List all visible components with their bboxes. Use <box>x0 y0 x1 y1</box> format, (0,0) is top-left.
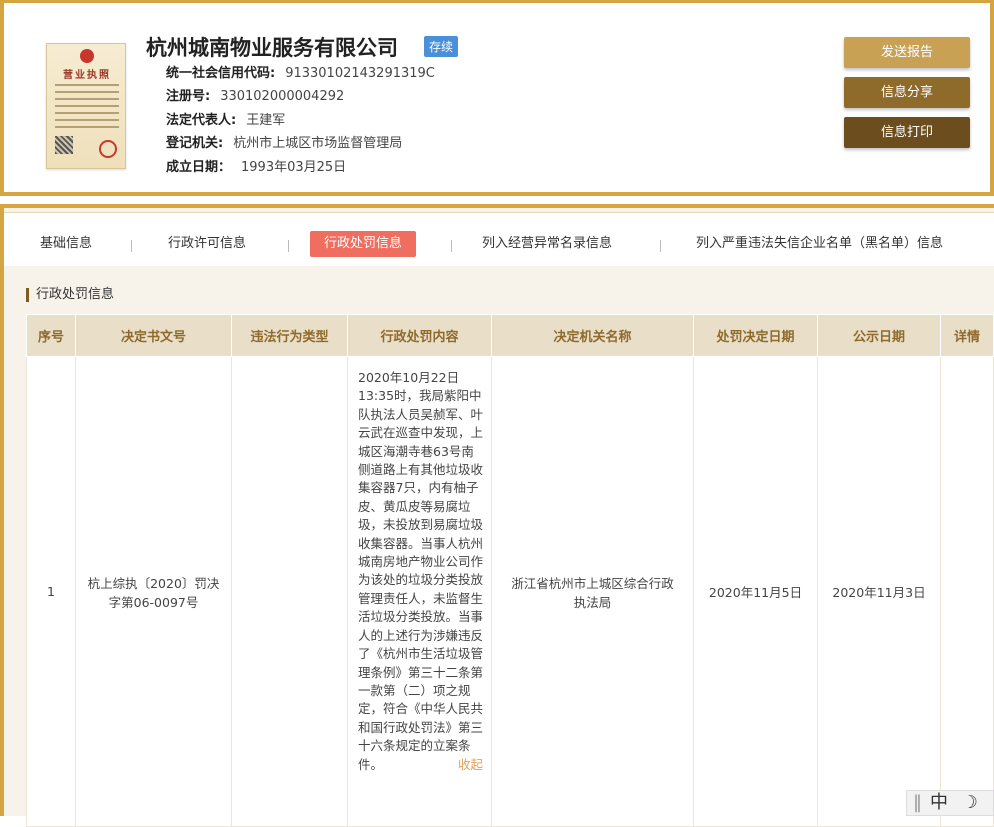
col-header-doc-no: 决定书文号 <box>75 314 232 357</box>
info-founded: 成立日期： 1993年03月25日 <box>166 159 347 175</box>
col-header-no: 序号 <box>26 314 76 357</box>
table-row: 1 杭上综执〔2020〕罚决字第06-0097号 2020年10月22日13:3… <box>26 356 994 827</box>
main-panel: 基础信息 行政许可信息 行政处罚信息 列入经营异常名录信息 列入严重违法失信企业… <box>0 204 994 827</box>
company-info: 统一社会信用代码: 91330102143291319C 注册号: 33010200… <box>166 62 435 179</box>
cell-no: 1 <box>26 356 76 827</box>
info-authority: 登记机关: 杭州市上城区市场监督管理局 <box>166 136 403 152</box>
col-header-content: 行政处罚内容 <box>347 314 492 357</box>
tab-bar: 基础信息 行政许可信息 行政处罚信息 列入经营异常名录信息 列入严重违法失信企业… <box>4 212 994 266</box>
cell-publish-date: 2020年11月3日 <box>817 356 941 827</box>
tab-admin-penalty[interactable]: 行政处罚信息 <box>310 231 417 257</box>
info-reg-no: 注册号: 330102000004292 <box>166 89 345 105</box>
col-header-publish-date: 公示日期 <box>817 314 941 357</box>
tab-abnormal-list[interactable]: 列入经营异常名录信息 <box>482 231 612 257</box>
collapse-link[interactable]: 收起 <box>458 756 483 774</box>
send-report-button[interactable]: 发送报告 <box>844 37 970 68</box>
cell-authority: 浙江省杭州市上城区综合行政执法局 <box>491 356 694 827</box>
status-badge: 存续 <box>424 36 459 57</box>
table-header-row: 序号 决定书文号 违法行为类型 行政处罚内容 决定机关名称 处罚决定日期 公示日… <box>26 314 994 357</box>
cell-content: 2020年10月22日13:35时，我局紫阳中队执法人员吴赪军、叶云武在巡查中发… <box>347 356 492 827</box>
section-title: 行政处罚信息 <box>26 288 114 302</box>
col-header-decision-date: 处罚决定日期 <box>693 314 818 357</box>
tab-blacklist[interactable]: 列入严重违法失信企业名单（黑名单）信息 <box>696 231 943 257</box>
cell-decision-date: 2020年11月5日 <box>693 356 818 827</box>
business-license-image[interactable]: 营业执照 <box>46 43 126 169</box>
col-header-authority: 决定机关名称 <box>491 314 694 357</box>
seal-icon <box>99 140 117 158</box>
info-legal-rep: 法定代表人: 王建军 <box>166 112 286 128</box>
qr-code-icon <box>55 136 73 154</box>
company-name: 杭州城南物业服务有限公司 <box>146 36 398 60</box>
cell-detail[interactable] <box>940 356 994 827</box>
license-title: 营业执照 <box>63 70 111 81</box>
share-info-button[interactable]: 信息分享 <box>844 77 970 108</box>
tab-admin-license[interactable]: 行政许可信息 <box>168 231 246 257</box>
lang-label[interactable]: 中 <box>930 792 948 813</box>
tab-basic-info[interactable]: 基础信息 <box>40 231 92 257</box>
print-info-button[interactable]: 信息打印 <box>844 117 970 148</box>
national-emblem-icon <box>80 49 94 63</box>
col-header-detail: 详情 <box>940 314 994 357</box>
cell-type <box>231 356 348 827</box>
moon-icon[interactable]: ☽ <box>962 792 978 813</box>
penalty-table: 序号 决定书文号 违法行为类型 行政处罚内容 决定机关名称 处罚决定日期 公示日… <box>26 314 994 827</box>
language-toggle-widget[interactable]: ‖ 中 ☽ <box>906 790 994 816</box>
cell-doc-no: 杭上综执〔2020〕罚决字第06-0097号 <box>75 356 232 827</box>
col-header-type: 违法行为类型 <box>231 314 348 357</box>
info-credit-code: 统一社会信用代码: 91330102143291319C <box>166 66 435 81</box>
